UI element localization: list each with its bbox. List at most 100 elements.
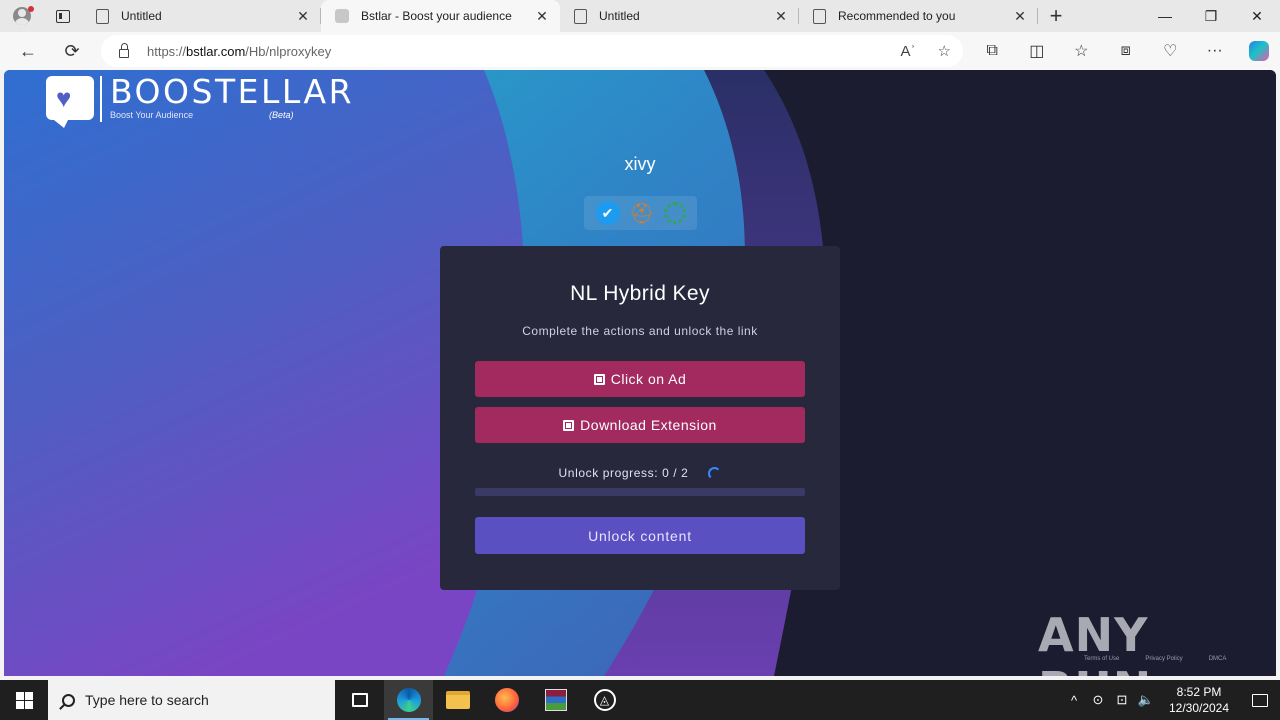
volume-icon[interactable]: 🔈 <box>1134 692 1158 708</box>
tab-bstlar[interactable]: Bstlar - Boost your audience ✕ <box>321 0 560 32</box>
footer-link-dmca[interactable]: DMCA <box>1209 656 1227 662</box>
tab-close-icon[interactable]: ✕ <box>1012 8 1028 25</box>
click-on-ad-button[interactable]: Click on Ad <box>475 361 805 397</box>
download-extension-button[interactable]: Download Extension <box>475 407 805 443</box>
favorite-star-icon[interactable]: ☆ <box>938 42 951 60</box>
winrar-icon <box>544 689 567 711</box>
copilot-button[interactable] <box>1237 32 1280 70</box>
tab-title: Bstlar - Boost your audience <box>361 9 512 23</box>
click-on-ad-label: Click on Ad <box>610 371 687 387</box>
tab-title: Recommended to you <box>838 9 956 23</box>
notification-center-button[interactable] <box>1240 680 1280 720</box>
read-aloud-icon[interactable]: Aʾ <box>901 43 916 60</box>
split-screen-icon[interactable]: ◫ <box>1015 32 1060 70</box>
tab-recommended[interactable]: Recommended to you ✕ <box>799 0 1038 32</box>
tray-chevron-icon[interactable]: ^ <box>1062 693 1086 708</box>
performance-icon[interactable]: ♡ <box>1148 32 1193 70</box>
window-stack-icon <box>563 419 575 431</box>
creator-badges: ✔ ⛑ <box>584 196 697 230</box>
unlock-content-button[interactable]: Unlock content <box>475 517 805 554</box>
tab-close-icon[interactable]: ✕ <box>773 8 789 25</box>
page-icon <box>574 8 587 24</box>
anyrun-watermark: ANY RUN <box>1038 608 1276 676</box>
verified-check-icon: ✔ <box>595 201 620 225</box>
card-title: NL Hybrid Key <box>570 282 710 305</box>
address-bar[interactable]: https://bstlar.com/Hb/nlproxykey Aʾ ☆ <box>101 35 963 67</box>
lock-icon[interactable] <box>119 42 129 58</box>
taskbar-search[interactable]: Type here to search <box>48 680 335 720</box>
notification-dot <box>28 6 34 12</box>
creator-username: xivy <box>624 154 656 174</box>
laurel-wreath-icon <box>663 202 686 224</box>
back-button[interactable]: ← <box>6 32 50 70</box>
tray-app-icon[interactable]: ⊙ <box>1086 692 1110 708</box>
folder-icon <box>445 691 470 709</box>
windows-logo-icon <box>15 691 33 709</box>
watermark-text: ANY RUN <box>1038 608 1151 676</box>
tab-title: Untitled <box>121 9 162 23</box>
profile-button[interactable] <box>0 0 44 32</box>
page-icon <box>96 8 109 24</box>
logo-name: BOOSTELLAR <box>110 72 354 111</box>
search-placeholder: Type here to search <box>85 692 209 708</box>
taskbar-winrar[interactable] <box>531 680 580 720</box>
window-controls: — ❐ ✕ <box>1142 0 1280 32</box>
taskbar-anyrun[interactable]: ◬ <box>580 680 629 720</box>
collections-icon[interactable]: ⧈ <box>1104 32 1149 70</box>
copilot-icon <box>1249 41 1270 61</box>
search-icon <box>62 693 75 707</box>
loading-spinner-icon <box>708 466 722 480</box>
logo-tagline: Boost Your Audience <box>110 110 194 120</box>
url-text[interactable]: https://bstlar.com/Hb/nlproxykey <box>147 44 331 59</box>
footer-link-terms[interactable]: Terms of Use <box>1084 656 1119 662</box>
tab-actions-button[interactable] <box>44 0 82 32</box>
favorites-icon[interactable]: ☆ <box>1059 32 1104 70</box>
boostellar-logo[interactable]: ♥ BOOSTELLAR Boost Your Audience (Beta) <box>46 72 354 128</box>
tab-close-icon[interactable]: ✕ <box>295 8 311 25</box>
edge-icon <box>396 688 421 712</box>
new-tab-button[interactable]: + <box>1038 0 1074 32</box>
footer-link-privacy[interactable]: Privacy Policy <box>1145 656 1182 662</box>
extensions-icon[interactable]: ⧉ <box>970 32 1015 70</box>
task-view-button[interactable] <box>335 680 384 720</box>
clock-date: 12/30/2024 <box>1168 701 1230 715</box>
close-window-button[interactable]: ✕ <box>1234 0 1280 32</box>
windows-taskbar: Type here to search ◬ ^ ⊙ ⊡ 🔈 8:52 PM 12… <box>0 680 1280 720</box>
tab-title: Untitled <box>599 9 640 23</box>
firefox-icon <box>494 688 519 712</box>
taskbar-edge[interactable] <box>384 680 433 720</box>
minimize-button[interactable]: — <box>1142 0 1188 32</box>
page-icon <box>813 8 826 24</box>
browser-toolbar: ← ⟳ https://bstlar.com/Hb/nlproxykey Aʾ … <box>0 32 1280 70</box>
card-subtitle: Complete the actions and unlock the link <box>522 324 758 338</box>
taskbar-firefox[interactable] <box>482 680 531 720</box>
taskbar-clock[interactable]: 8:52 PM 12/30/2024 <box>1158 684 1240 716</box>
logo-heart-icon: ♥ <box>46 76 94 128</box>
start-button[interactable] <box>0 680 48 720</box>
restore-button[interactable]: ❐ <box>1188 0 1234 32</box>
browser-tab-strip: Untitled ✕ Bstlar - Boost your audience … <box>0 0 1280 32</box>
logo-beta: (Beta) <box>269 110 294 120</box>
footer-links: Terms of Use Privacy Policy DMCA <box>1084 656 1226 662</box>
clock-time: 8:52 PM <box>1176 685 1222 699</box>
taskbar-file-explorer[interactable] <box>433 680 482 720</box>
notification-icon <box>1252 693 1268 707</box>
download-extension-label: Download Extension <box>580 417 717 433</box>
window-stack-icon <box>593 373 605 385</box>
spartan-helmet-icon: ⛑ <box>628 202 655 225</box>
task-view-icon <box>351 693 368 707</box>
system-tray: ^ ⊙ ⊡ 🔈 8:52 PM 12/30/2024 <box>1062 680 1280 720</box>
anyrun-icon: ◬ <box>593 689 616 711</box>
tab-close-icon[interactable]: ✕ <box>534 8 550 25</box>
tab-actions-icon <box>56 9 70 23</box>
logo-divider <box>100 76 102 122</box>
unlock-card: NL Hybrid Key Complete the actions and u… <box>440 246 840 590</box>
network-icon[interactable]: ⊡ <box>1110 692 1134 708</box>
refresh-button[interactable]: ⟳ <box>50 32 94 70</box>
boostellar-favicon-icon <box>335 9 349 23</box>
more-menu-icon[interactable]: ··· <box>1193 32 1238 70</box>
page-viewport: ♥ BOOSTELLAR Boost Your Audience (Beta) … <box>4 70 1276 676</box>
tab-untitled-1[interactable]: Untitled ✕ <box>82 0 321 32</box>
unlock-progress-label: Unlock progress: 0 / 2 <box>558 466 689 480</box>
tab-untitled-2[interactable]: Untitled ✕ <box>560 0 799 32</box>
